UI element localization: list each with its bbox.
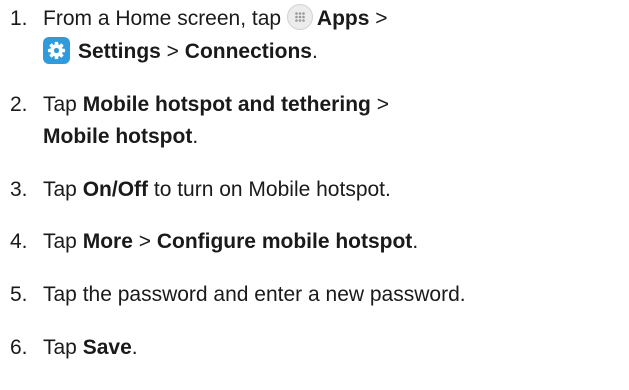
step-text-line: Tap Mobile hotspot and tethering > xyxy=(43,93,389,116)
step-text-line: Tap the password and enter a new passwor… xyxy=(43,283,466,306)
instruction-steps: 1. From a Home screen, tap Apps > Settin… xyxy=(0,0,629,390)
save-label: Save xyxy=(82,336,132,359)
step-text-line: Tap On/Off to turn on Mobile hotspot. xyxy=(43,178,391,201)
apps-grid-icon xyxy=(286,4,313,30)
more-label: More xyxy=(82,230,133,253)
step-text-line: Mobile hotspot. xyxy=(43,125,199,148)
step-number: 1. xyxy=(10,7,28,30)
step-number: 4. xyxy=(10,230,28,253)
step-text-line: Settings > Connections. xyxy=(43,36,318,68)
step-number: 5. xyxy=(10,283,28,306)
mobile-hotspot-and-tethering-label: Mobile hotspot and tethering xyxy=(82,93,371,116)
settings-label: Settings xyxy=(78,40,161,63)
connections-label: Connections xyxy=(184,40,312,63)
step-number: 6. xyxy=(10,336,28,359)
step-number: 2. xyxy=(10,93,28,116)
step-text-line: Tap More > Configure mobile hotspot. xyxy=(43,230,419,253)
apps-label: Apps xyxy=(316,7,370,30)
configure-mobile-hotspot-label: Configure mobile hotspot xyxy=(156,230,413,253)
step-text-line: Tap Save. xyxy=(43,336,138,359)
step-number: 3. xyxy=(10,178,28,201)
settings-gear-icon xyxy=(43,37,70,64)
on-off-label: On/Off xyxy=(82,178,149,201)
step-text-line: From a Home screen, tap Apps > xyxy=(43,3,388,35)
mobile-hotspot-label: Mobile hotspot xyxy=(43,125,193,148)
